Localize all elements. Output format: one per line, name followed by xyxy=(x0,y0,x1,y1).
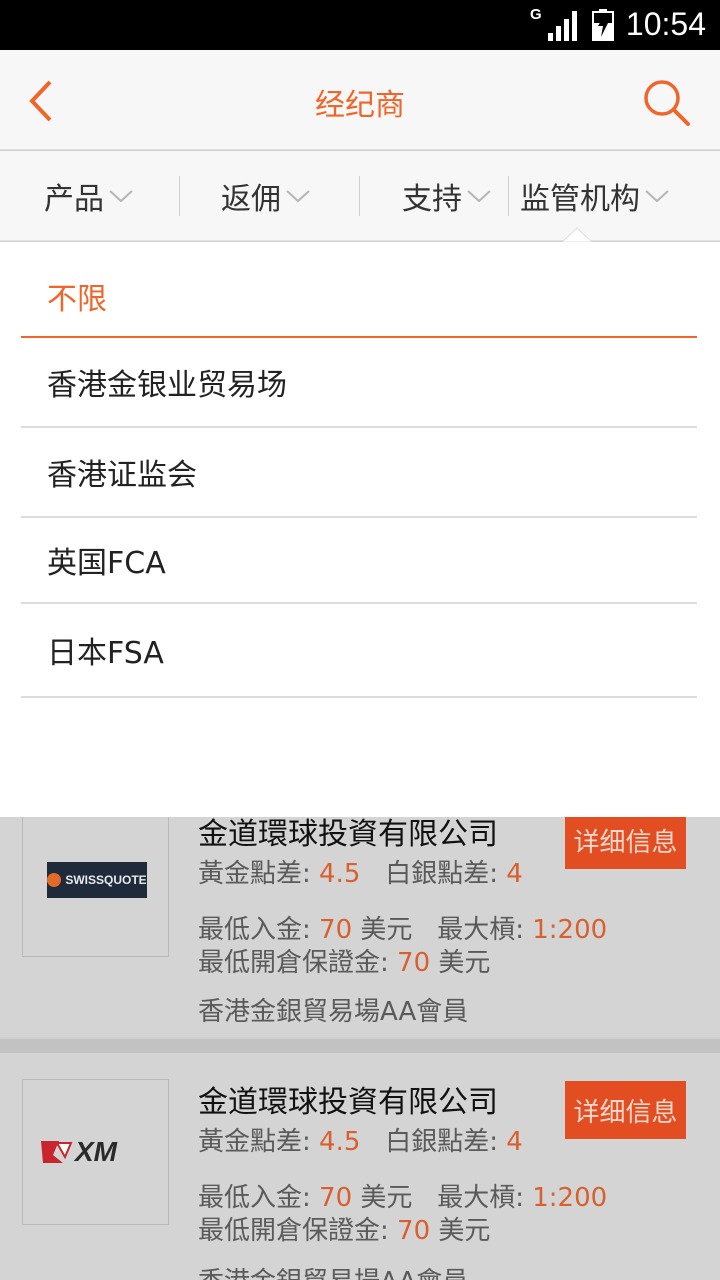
chevron-down-icon xyxy=(286,190,310,203)
swissquote-logo: SWISSQUOTE xyxy=(47,862,147,898)
clock: 10:54 xyxy=(625,6,706,42)
network-type: G xyxy=(530,6,542,23)
filter-product[interactable]: 产品 xyxy=(44,151,134,241)
option-uk-fca[interactable]: 英国FCA xyxy=(21,518,697,604)
divider xyxy=(508,176,509,216)
broker-logo: XM xyxy=(22,1079,169,1225)
broker-name: 金道環球投資有限公司 xyxy=(198,1085,498,1120)
detail-button[interactable]: 详细信息 xyxy=(565,811,686,869)
margin-row: 最低開倉保證金: 70 美元 xyxy=(198,1216,491,1246)
card-separator xyxy=(0,1039,720,1053)
filter-label: 监管机构 xyxy=(520,182,640,217)
option-japan-fsa[interactable]: 日本FSA xyxy=(21,604,697,698)
swissquote-mark-icon xyxy=(47,873,62,887)
deposit-row: 最低入金: 70 美元 最大槓: 1:200 xyxy=(198,1183,608,1213)
membership-text: 香港金銀貿易場AA會員 xyxy=(198,997,469,1027)
broker-logo: SWISSQUOTE xyxy=(22,811,169,957)
membership-text: 香港金銀貿易場AA會員 xyxy=(198,1261,468,1280)
xm-logo: XM xyxy=(39,1134,153,1170)
filter-label: 返佣 xyxy=(221,182,281,217)
search-icon xyxy=(644,80,690,126)
status-bar: G 10:54 xyxy=(0,0,720,50)
battery-charging-icon xyxy=(592,9,614,41)
broker-card: XM 金道環球投資有限公司 详细信息 黃金點差: 4.5 白銀點差: 4 最低入… xyxy=(0,1053,720,1280)
divider xyxy=(359,176,360,216)
regulator-dropdown: 不限 香港金银业贸易场 香港证监会 英国FCA 日本FSA xyxy=(0,242,720,817)
page-title: 经纪商 xyxy=(315,88,405,123)
app-header: 经纪商 xyxy=(0,50,720,150)
spread-row: 黃金點差: 4.5 白銀點差: 4 xyxy=(198,1127,523,1157)
filter-support[interactable]: 支持 xyxy=(402,151,492,241)
spread-row: 黃金點差: 4.5 白銀點差: 4 xyxy=(198,859,523,889)
chevron-down-icon xyxy=(109,190,133,203)
xm-mark-icon xyxy=(41,1141,73,1163)
detail-button[interactable]: 详细信息 xyxy=(565,1081,686,1139)
filter-bar: 产品 返佣 支持 监管机构 xyxy=(0,151,720,241)
filter-label: 产品 xyxy=(44,182,104,217)
deposit-row: 最低入金: 70 美元 最大槓: 1:200 xyxy=(198,915,608,945)
option-hk-sfc[interactable]: 香港证监会 xyxy=(21,428,697,518)
option-unlimited[interactable]: 不限 xyxy=(21,256,697,338)
chevron-down-icon xyxy=(467,190,491,203)
filter-regulator[interactable]: 监管机构 xyxy=(520,151,670,241)
filter-rebate[interactable]: 返佣 xyxy=(221,151,311,241)
signal-icon xyxy=(548,11,577,41)
broker-card: SWISSQUOTE 金道環球投資有限公司 详细信息 黃金點差: 4.5 白銀點… xyxy=(0,811,720,1037)
search-button[interactable] xyxy=(640,76,692,128)
chevron-down-icon xyxy=(645,190,669,203)
dropdown-pointer-icon xyxy=(562,227,592,242)
margin-row: 最低開倉保證金: 70 美元 xyxy=(198,948,491,978)
option-cgse[interactable]: 香港金银业贸易场 xyxy=(21,338,697,428)
divider xyxy=(179,176,180,216)
filter-label: 支持 xyxy=(402,182,462,217)
broker-list: SWISSQUOTE 金道環球投資有限公司 详细信息 黃金點差: 4.5 白銀點… xyxy=(0,811,720,1280)
